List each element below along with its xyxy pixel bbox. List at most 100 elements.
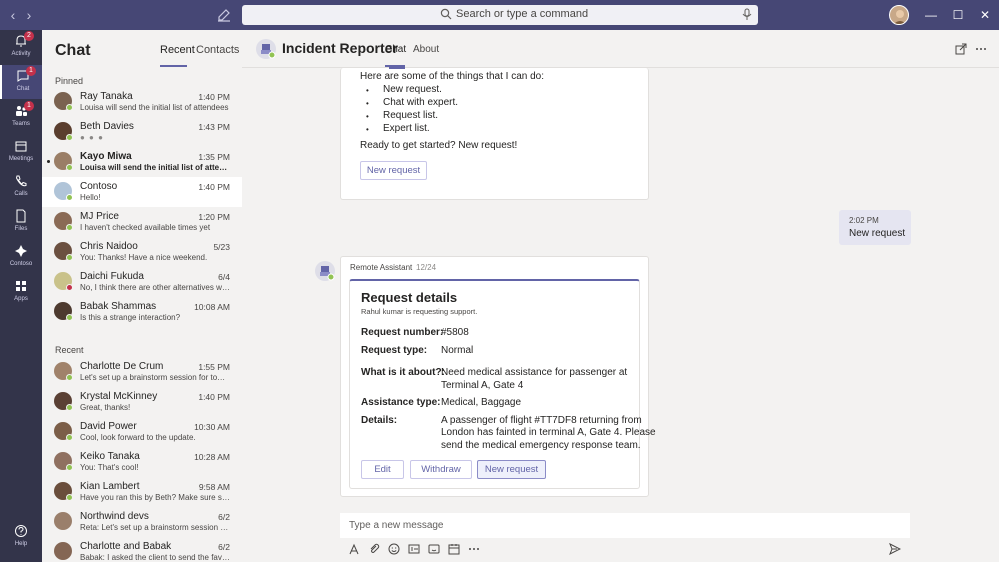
capability-item: Chat with expert. bbox=[383, 97, 459, 108]
about-line: Terminal A, Gate 4 bbox=[441, 380, 524, 391]
rail-label: Teams bbox=[12, 121, 30, 127]
chat-time: 1:35 PM bbox=[198, 152, 230, 162]
card-intro: Here are some of the things that I can d… bbox=[360, 71, 544, 82]
rail-files[interactable]: Files bbox=[0, 205, 42, 239]
chat-name: MJ Price bbox=[80, 211, 119, 222]
field-label: What is it about?: bbox=[361, 367, 445, 378]
chat-row[interactable]: Kian Lambert Have you ran this by Beth? … bbox=[42, 477, 242, 507]
chat-row[interactable]: Keiko Tanaka You: That's cool! 10:28 AM bbox=[42, 447, 242, 477]
bullet: • bbox=[366, 86, 369, 95]
details-line: A passenger of flight #TT7DF8 returning … bbox=[441, 415, 642, 426]
rail-apps[interactable]: Apps bbox=[0, 275, 42, 309]
rail-activity[interactable]: 2 Activity bbox=[0, 30, 42, 64]
message-composer[interactable]: Type a new message bbox=[340, 513, 910, 540]
chat-time: 9:58 AM bbox=[198, 482, 230, 492]
assistance-type: Medical, Baggage bbox=[441, 397, 522, 408]
composer-placeholder: Type a new message bbox=[349, 520, 444, 531]
rail-meetings[interactable]: Meetings bbox=[0, 135, 42, 169]
tab-contacts[interactable]: Contacts bbox=[196, 44, 239, 56]
chat-row[interactable]: Beth Davies ● ● ● 1:43 PM bbox=[42, 117, 242, 147]
send-icon[interactable] bbox=[889, 543, 901, 555]
forward-icon[interactable]: › bbox=[22, 7, 36, 23]
rail-calls[interactable]: Calls bbox=[0, 170, 42, 204]
more-options-icon[interactable] bbox=[975, 43, 987, 55]
microphone-icon[interactable] bbox=[742, 8, 752, 21]
chat-row[interactable]: Charlotte De Crum Let's set up a brainst… bbox=[42, 357, 242, 387]
search-input[interactable]: Search or type a command bbox=[242, 5, 758, 25]
edit-button[interactable]: Edit bbox=[361, 460, 404, 479]
chat-row[interactable]: Northwind devs Reta: Let's set up a brai… bbox=[42, 507, 242, 537]
tab-recent[interactable]: Recent bbox=[160, 44, 195, 56]
avatar bbox=[54, 122, 73, 141]
gif-icon[interactable] bbox=[408, 543, 420, 555]
rail-help[interactable]: Help bbox=[0, 520, 42, 554]
card-subtitle: Rahul kumar is requesting support. bbox=[361, 307, 478, 316]
rail-label: Meetings bbox=[8, 156, 34, 162]
request-type: Normal bbox=[441, 345, 474, 356]
request-number: #5808 bbox=[441, 327, 469, 338]
chat-row[interactable]: Kayo Miwa Louisa will send the initial l… bbox=[42, 147, 242, 177]
chat-name: Chris Naidoo bbox=[80, 241, 138, 252]
sender-name: Remote Assistant bbox=[350, 263, 413, 272]
chat-time: 1:43 PM bbox=[198, 122, 230, 132]
avatar bbox=[54, 362, 73, 381]
activity-badge: 2 bbox=[24, 31, 34, 41]
chat-time: 10:30 AM bbox=[194, 422, 230, 432]
tab-about[interactable]: About bbox=[413, 44, 439, 55]
file-icon bbox=[16, 209, 26, 223]
maximize-button[interactable]: ☐ bbox=[949, 6, 967, 24]
chat-row[interactable]: Ray Tanaka Louisa will send the initial … bbox=[42, 87, 242, 117]
minimize-button[interactable]: — bbox=[922, 6, 940, 24]
app-rail: 2 Activity 1 Chat 1 Teams Meetings Calls… bbox=[0, 30, 42, 562]
rail-label: Files bbox=[14, 226, 28, 232]
chat-row[interactable]: MJ Price I haven't checked available tim… bbox=[42, 207, 242, 237]
chat-row[interactable]: Babak Shammas Is this a strange interact… bbox=[42, 297, 242, 327]
tab-chat[interactable]: Chat bbox=[385, 44, 406, 55]
rail-contoso[interactable]: Contoso bbox=[0, 240, 42, 274]
attach-icon[interactable] bbox=[368, 543, 380, 555]
pop-out-icon[interactable] bbox=[955, 43, 967, 55]
teams-badge: 1 bbox=[24, 101, 34, 111]
back-icon[interactable]: ‹ bbox=[6, 7, 20, 23]
chat-row[interactable]: David Power Cool, look forward to the up… bbox=[42, 417, 242, 447]
chat-row[interactable]: Charlotte and Babak Babak: I asked the c… bbox=[42, 537, 242, 562]
bot-avatar bbox=[256, 39, 276, 59]
chat-name: Daichi Fukuda bbox=[80, 271, 144, 282]
rail-teams[interactable]: 1 Teams bbox=[0, 100, 42, 134]
new-request-button[interactable]: New request bbox=[477, 460, 546, 479]
chat-preview: Babak: I asked the client to send the fa… bbox=[80, 553, 230, 562]
phone-icon bbox=[15, 175, 27, 187]
title-bar: ‹ › Search or type a command — ☐ ✕ bbox=[0, 0, 999, 30]
rail-chat[interactable]: 1 Chat bbox=[0, 65, 42, 99]
emoji-icon[interactable] bbox=[388, 543, 400, 555]
meet-now-icon[interactable] bbox=[448, 543, 460, 555]
chat-time: 6/2 bbox=[218, 542, 230, 552]
help-icon bbox=[15, 525, 27, 537]
contoso-app-icon bbox=[15, 245, 27, 257]
close-button[interactable]: ✕ bbox=[976, 6, 994, 24]
capability-item: Request list. bbox=[383, 110, 439, 121]
chat-preview: No, I think there are other alternatives… bbox=[80, 283, 230, 292]
rail-label: Activity bbox=[11, 51, 31, 57]
chat-time: 1:40 PM bbox=[198, 392, 230, 402]
new-request-button[interactable]: New request bbox=[360, 161, 427, 180]
user-photo-icon bbox=[893, 10, 907, 24]
chat-row[interactable]: Krystal McKinney Great, thanks! 1:40 PM bbox=[42, 387, 242, 417]
avatar bbox=[54, 212, 73, 231]
format-icon[interactable] bbox=[348, 543, 360, 555]
bot-icon bbox=[261, 44, 276, 59]
message-text: New request bbox=[849, 228, 906, 239]
sticker-icon[interactable] bbox=[428, 543, 440, 555]
new-chat-icon[interactable] bbox=[216, 7, 232, 23]
user-avatar[interactable] bbox=[889, 5, 909, 25]
field-label: Assistance type: bbox=[361, 397, 441, 408]
card-title: Request details bbox=[361, 290, 458, 305]
more-options-icon[interactable] bbox=[468, 543, 480, 555]
chat-row-selected[interactable]: Contoso Hello! 1:40 PM bbox=[42, 177, 242, 207]
chat-row[interactable]: Daichi Fukuda No, I think there are othe… bbox=[42, 267, 242, 297]
chat-preview: Great, thanks! bbox=[80, 403, 131, 412]
chat-name: Charlotte and Babak bbox=[80, 541, 172, 552]
chat-row[interactable]: Chris Naidoo You: Thanks! Have a nice we… bbox=[42, 237, 242, 267]
withdraw-button[interactable]: Withdraw bbox=[410, 460, 472, 479]
rail-label: Contoso bbox=[9, 261, 33, 267]
